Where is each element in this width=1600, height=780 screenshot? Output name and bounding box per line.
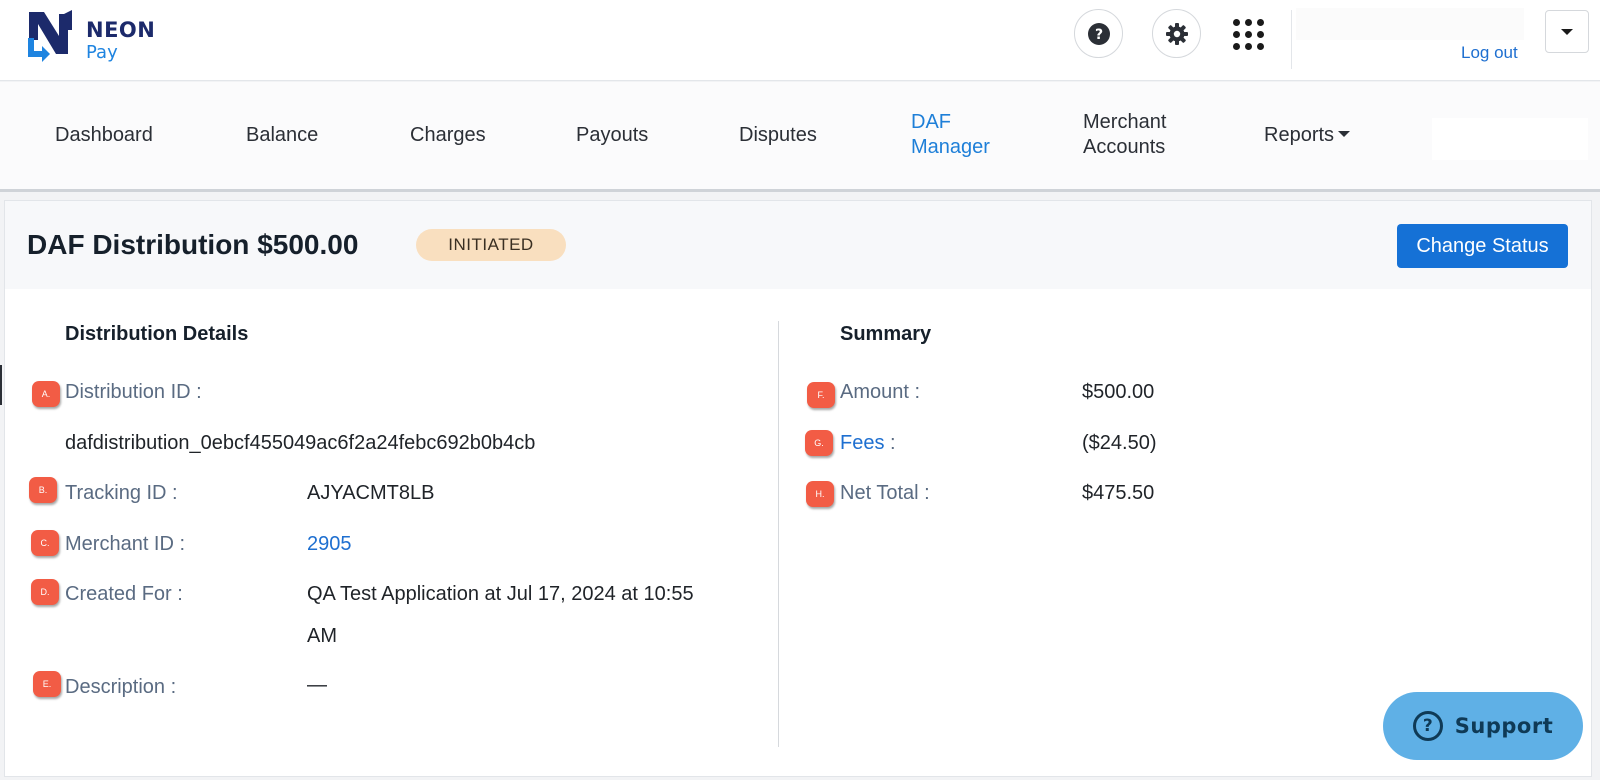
grid-dot <box>1244 42 1252 50</box>
nav-dashboard[interactable]: Dashboard <box>55 123 153 148</box>
grid-dot <box>1232 42 1240 50</box>
nav-blank-area <box>1432 118 1588 160</box>
description-value: — <box>307 674 327 696</box>
nav-merchant-accounts-line2: Accounts <box>1083 136 1166 158</box>
fees-label: Fees : <box>840 432 896 455</box>
support-label: Support <box>1454 714 1554 738</box>
support-button[interactable]: ? Support <box>1383 692 1583 760</box>
marker-e: E. <box>33 671 61 697</box>
fees-value: ($24.50) <box>1082 432 1157 454</box>
question-circle-icon: ? <box>1412 711 1443 741</box>
header-divider <box>1291 10 1292 69</box>
left-edge-indicator <box>0 365 2 405</box>
nav-daf-manager[interactable]: DAF Manager <box>911 110 990 160</box>
description-label: Description : <box>65 676 177 698</box>
nav-disputes[interactable]: Disputes <box>739 123 817 148</box>
caret-down-icon <box>1338 130 1351 137</box>
marker-g: G. <box>805 430 833 456</box>
marker-f: F. <box>807 382 835 408</box>
nav-reports[interactable]: Reports <box>1264 123 1351 148</box>
nav-daf-manager-line2: Manager <box>911 136 990 158</box>
grid-dot <box>1256 18 1264 26</box>
neon-logo-mark <box>28 10 72 62</box>
grid-dot <box>1256 42 1264 50</box>
grid-dot <box>1232 30 1240 38</box>
marker-d: D. <box>31 579 59 605</box>
merchant-id-link[interactable]: 2905 <box>307 533 352 556</box>
apps-grid-button[interactable] <box>1228 14 1268 54</box>
grid-dot <box>1244 30 1252 38</box>
main-nav: Dashboard Balance Charges Payouts Disput… <box>0 82 1600 192</box>
question-circle-icon: ? <box>1087 22 1110 45</box>
created-for-value-line1: QA Test Application at Jul 17, 2024 at 1… <box>307 583 694 605</box>
account-dropdown-button[interactable] <box>1545 10 1589 53</box>
page-title: DAF Distribution $500.00 <box>27 229 359 260</box>
distribution-id-value: dafdistribution_0ebcf455049ac6f2a24febc6… <box>65 432 536 454</box>
column-divider <box>778 321 779 747</box>
marker-c: C. <box>31 530 59 556</box>
status-badge: INITIATED <box>416 229 566 261</box>
fees-link[interactable]: Fees <box>840 432 884 454</box>
marker-b: B. <box>29 477 57 503</box>
nav-charges[interactable]: Charges <box>410 123 486 148</box>
settings-button[interactable] <box>1152 9 1201 58</box>
tracking-id-label: Tracking ID : <box>65 482 178 504</box>
nav-payouts[interactable]: Payouts <box>576 123 648 148</box>
created-for-value-line2: AM <box>307 625 337 647</box>
distribution-card: DAF Distribution $500.00 INITIATED Chang… <box>4 200 1592 777</box>
tracking-id-value: AJYACMT8LB <box>307 482 435 504</box>
svg-text:?: ? <box>1094 27 1102 43</box>
grid-dot <box>1232 18 1240 26</box>
marker-a: A. <box>32 381 60 407</box>
neon-pay-logo[interactable]: NEON Pay <box>26 10 156 66</box>
change-status-button[interactable]: Change Status <box>1397 224 1568 268</box>
user-info-area <box>1296 8 1524 40</box>
summary-title: Summary <box>840 323 932 345</box>
merchant-id-label: Merchant ID : <box>65 533 186 555</box>
logo-text-neon: NEON <box>86 18 156 42</box>
logo-text-pay: Pay <box>86 42 118 63</box>
nav-daf-manager-line1: DAF <box>911 111 951 133</box>
card-header: DAF Distribution $500.00 INITIATED Chang… <box>5 201 1591 289</box>
net-total-value: $475.50 <box>1082 482 1155 504</box>
help-button[interactable]: ? <box>1074 9 1123 58</box>
amount-label: Amount : <box>840 381 921 403</box>
amount-value: $500.00 <box>1082 381 1155 403</box>
nav-merchant-accounts-line1: Merchant <box>1083 111 1167 133</box>
gear-icon <box>1165 22 1188 45</box>
nav-reports-label: Reports <box>1264 124 1335 146</box>
fees-colon: : <box>884 432 896 454</box>
distribution-details-title: Distribution Details <box>65 323 249 345</box>
created-for-label: Created For : <box>65 583 183 605</box>
nav-balance[interactable]: Balance <box>246 123 318 148</box>
caret-down-icon <box>1561 28 1573 35</box>
grid-dot <box>1256 30 1264 38</box>
logout-link[interactable]: Log out <box>1461 43 1518 63</box>
top-bar: NEON Pay ? Log out <box>0 0 1600 81</box>
nav-merchant-accounts[interactable]: Merchant Accounts <box>1083 110 1166 160</box>
distribution-id-label: Distribution ID : <box>65 381 202 403</box>
net-total-label: Net Total : <box>840 482 930 504</box>
marker-h: H. <box>806 481 834 507</box>
grid-dot <box>1244 18 1252 26</box>
